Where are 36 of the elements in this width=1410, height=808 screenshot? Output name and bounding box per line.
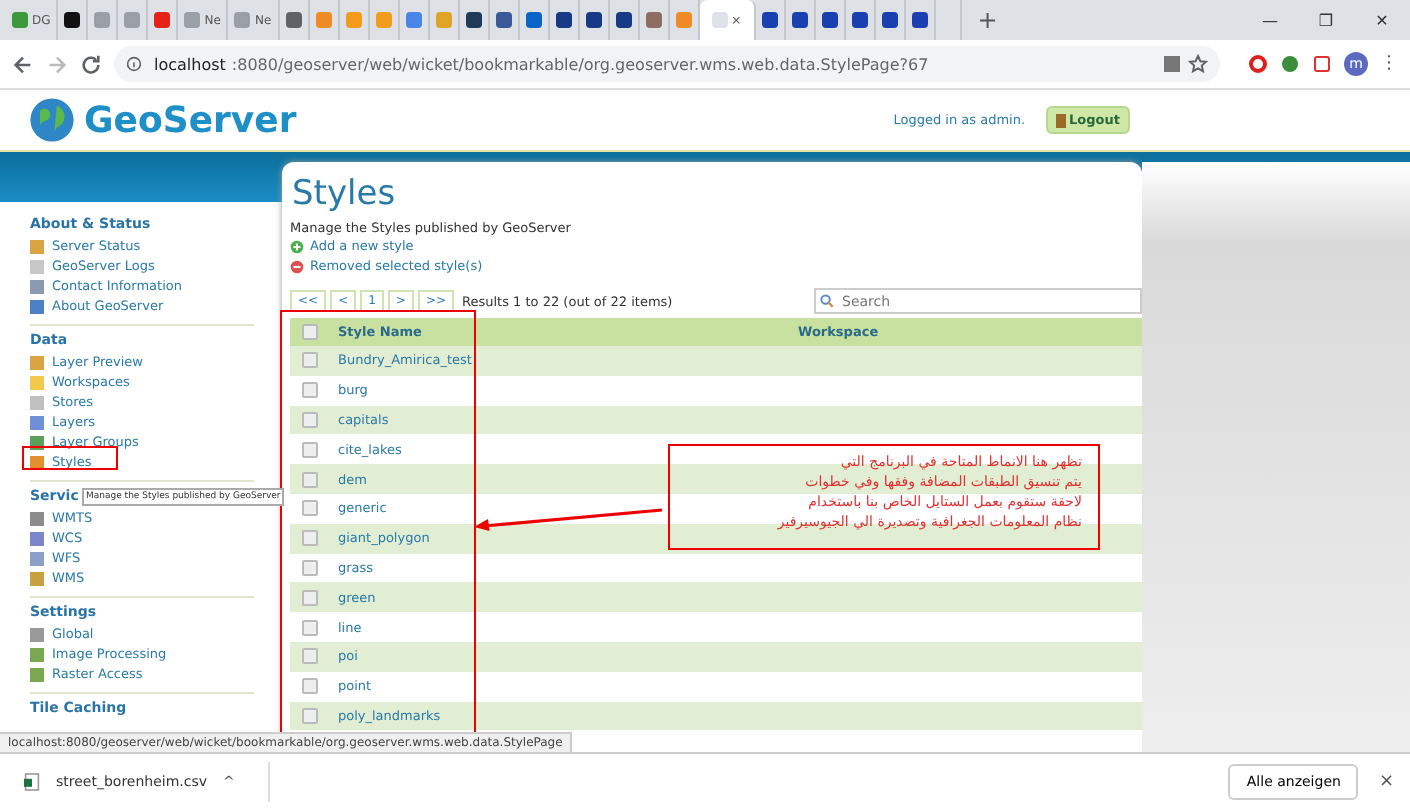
row-checkbox[interactable] — [302, 648, 318, 665]
page-title: Styles — [292, 174, 398, 214]
spreadsheet-file-icon — [24, 771, 40, 791]
row-checkbox[interactable] — [302, 530, 318, 547]
menu-button[interactable]: ⋮ — [1380, 54, 1398, 74]
globe-logo-icon — [28, 96, 76, 144]
row-checkbox[interactable] — [302, 441, 318, 458]
window-control-button[interactable]: ❐ — [1298, 11, 1354, 29]
window-control-button[interactable]: ✕ — [1354, 11, 1410, 29]
browser-tab[interactable] — [58, 0, 89, 40]
search-icon — [820, 294, 834, 308]
row-checkbox[interactable] — [302, 678, 318, 695]
forward-icon[interactable] — [46, 53, 68, 75]
select-all-checkbox[interactable] — [302, 324, 318, 340]
row-checkbox[interactable] — [302, 471, 318, 488]
row-checkbox[interactable] — [302, 619, 318, 636]
row-checkbox[interactable] — [302, 411, 318, 428]
back-icon[interactable] — [12, 53, 34, 75]
row-checkbox[interactable] — [302, 589, 318, 606]
reload-icon[interactable] — [80, 53, 102, 75]
row-checkbox[interactable] — [302, 500, 318, 517]
ring-icon[interactable] — [1248, 54, 1268, 74]
row-checkbox[interactable] — [302, 559, 318, 576]
plus-icon — [290, 239, 304, 253]
close-button[interactable]: × — [1378, 771, 1394, 791]
window-control-button[interactable]: — — [1242, 11, 1298, 29]
row-checkbox[interactable] — [302, 382, 318, 399]
row-checkbox[interactable] — [302, 707, 318, 724]
minus-icon — [290, 259, 304, 273]
row-checkbox[interactable] — [302, 352, 318, 369]
info-icon — [126, 56, 142, 72]
star-icon[interactable] — [1188, 54, 1208, 74]
address-bar[interactable]: localhost :8080/geoserver/web/wicket/bookmarkable/org.geoserver.wms.web.data.StylePage?67 — [114, 46, 1220, 82]
highlight-frame — [22, 446, 118, 470]
new-tab-button[interactable]: + — [977, 6, 998, 34]
geoserver-logo[interactable]: GeoServer — [84, 99, 297, 141]
